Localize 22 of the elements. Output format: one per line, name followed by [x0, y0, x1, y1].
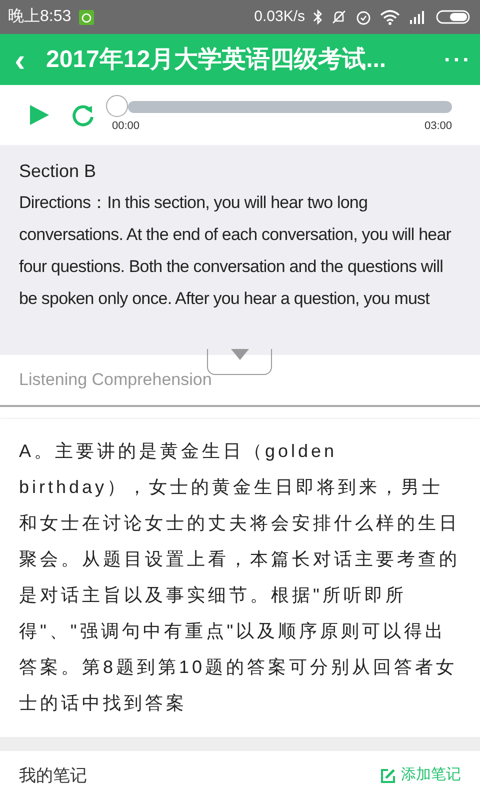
- back-button[interactable]: ‹: [0, 44, 32, 76]
- battery-icon: [436, 9, 472, 25]
- passage-text: Directions：In this section, you will hear two long conversations. At the end of each conversation, you will hear four questions. Both the conversation and the questions will be spoken only once. After you hear a question, you must: [19, 192, 452, 310]
- analysis-text: A。主要讲的是黄金生日（golden birthday），女士的黄金生日即将到来，男士和女士在讨论女士的丈夫将会安排什么样的生日聚会。从题目设置上看，本篇长对话主要考查的是对话主旨以及事实细节。根据"所听即所得"、"强调句中有重点"以及顺序原则可以得出答案。第8题到第10题的答案可分别从回答者女士的话中找到答案: [19, 440, 461, 715]
- total-time: 03:00: [424, 119, 452, 134]
- elapsed-time: 00:00: [112, 119, 140, 134]
- category-label: Listening Comprehension: [19, 369, 212, 392]
- bell-off-icon: [331, 9, 347, 25]
- section-heading: Section B: [19, 160, 98, 183]
- bluetooth-icon: [313, 9, 323, 25]
- add-note-button[interactable]: 添加笔记: [381, 764, 461, 787]
- page-title: 2017年12月大学英语四级考试...: [46, 44, 386, 74]
- edit-icon: [381, 768, 395, 782]
- more-button[interactable]: ···: [444, 43, 472, 76]
- network-speed: 0.03K/s: [254, 6, 305, 27]
- app-icon: [79, 10, 94, 24]
- wifi-icon: [380, 10, 400, 24]
- status-time: 晚上8:53: [8, 6, 72, 27]
- notes-title: 我的笔记: [19, 764, 87, 787]
- play-icon[interactable]: [28, 103, 50, 127]
- caret-down-icon: [230, 349, 248, 360]
- progress-thumb[interactable]: [106, 95, 128, 117]
